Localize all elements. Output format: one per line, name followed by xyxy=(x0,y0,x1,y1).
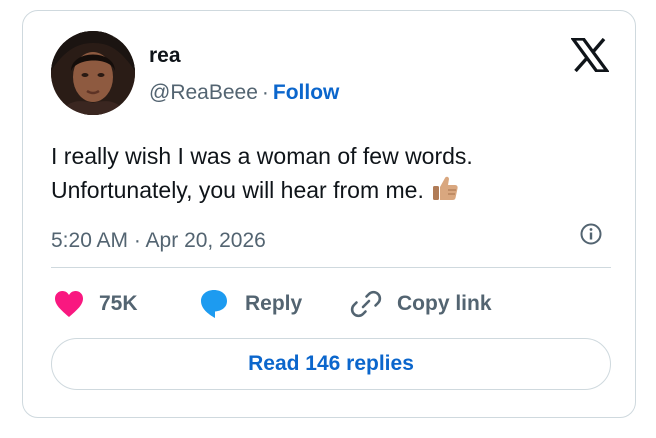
read-replies-button[interactable]: Read 146 replies xyxy=(51,338,611,390)
reply-button[interactable]: Reply xyxy=(197,286,302,322)
reply-label: Reply xyxy=(245,292,303,315)
link-icon xyxy=(350,290,382,318)
author-handle-row: @ReaBeee · Follow xyxy=(149,81,339,105)
tweet-line-2-text: Unfortunately, you will hear from me. xyxy=(51,177,424,203)
x-logo-icon[interactable] xyxy=(571,38,609,72)
like-count: 75K xyxy=(99,292,138,315)
tweet-line-1: I really wish I was a woman of few words… xyxy=(51,143,473,169)
author-handle[interactable]: @ReaBeee xyxy=(149,81,258,104)
copy-link-button[interactable]: Copy link xyxy=(349,286,492,322)
reply-icon xyxy=(201,290,227,318)
tweet-line-2: Unfortunately, you will hear from me. xyxy=(51,173,611,207)
info-icon[interactable] xyxy=(579,222,603,246)
divider xyxy=(51,267,611,268)
tweet-text: I really wish I was a woman of few words… xyxy=(51,139,611,207)
tweet-timestamp[interactable]: 5:20 AM · Apr 20, 2026 xyxy=(51,229,266,253)
like-button[interactable]: 75K xyxy=(53,286,138,322)
copy-link-label: Copy link xyxy=(397,292,492,315)
heart-icon xyxy=(55,291,83,317)
action-bar: 75K Reply Copy link xyxy=(51,286,611,322)
separator-dot: · xyxy=(261,81,269,104)
author-name[interactable]: rea xyxy=(149,44,181,68)
thumbs-up-emoji-icon xyxy=(432,176,458,200)
follow-button[interactable]: Follow xyxy=(273,81,340,104)
avatar[interactable] xyxy=(51,31,135,115)
tweet-embed-card: rea @ReaBeee · Follow I really wish I was … xyxy=(22,10,636,418)
avatar-image xyxy=(51,31,135,115)
